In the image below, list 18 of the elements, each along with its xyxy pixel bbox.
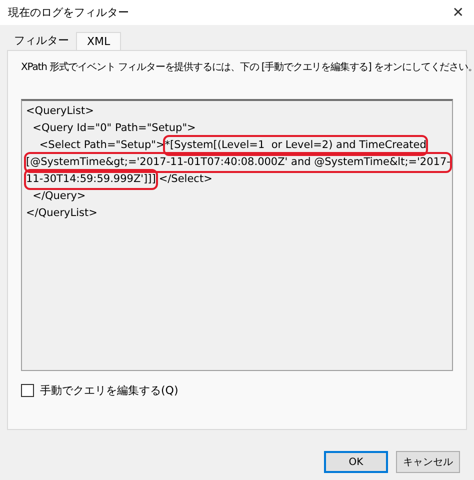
window-title: 現在のログをフィルター [8,5,129,20]
xml-text: <Query Id="0" Path="Setup"> [32,121,196,136]
dialog-button[interactable]: OK [324,451,388,473]
dialog-button[interactable]: キャンセル [396,451,460,473]
highlighted-xml-text: *[System[(Level=1 or Level=2) and TimeCreated [164,137,426,154]
checkbox[interactable] [21,384,34,397]
xml-editor[interactable] [21,99,453,371]
highlighted-xml-text: [@SystemTime&gt;='2017-11-01T07:40:08.000Z' and @SystemTime&lt;='2017- [26,154,450,171]
tab[interactable]: XML [76,32,122,50]
checkbox-label: 手動でクエリを編集する(Q) [40,383,178,398]
xml-text: </Select> [158,172,212,187]
xml-text: <QueryList> [26,104,94,119]
highlighted-xml-text: 11-30T14:59:59.999Z']]] [26,171,156,188]
xml-text: </QueryList> [26,206,98,221]
xml-text: <Select Path="Setup"> [38,138,165,153]
xml-text: </Query> [32,189,86,204]
description-text: XPath 形式でイベント フィルターを提供するには、下の [手動でクエリを編集する] をオンにしてください。 [21,61,474,75]
close-icon[interactable]: ✕ [452,4,464,20]
